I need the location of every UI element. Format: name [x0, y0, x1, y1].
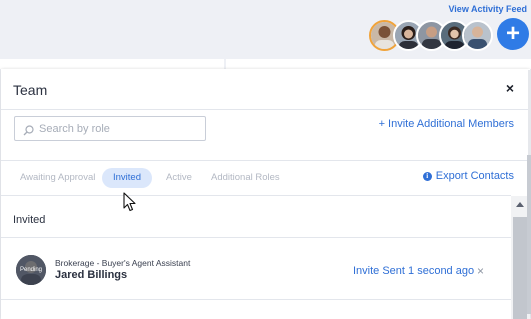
member-row[interactable]: Pending Brokerage - Buyer's Agent Assist… — [1, 238, 511, 298]
tab-invited[interactable]: Invited — [102, 168, 152, 188]
scrollbar-thumb[interactable] — [513, 217, 527, 319]
tab-additional-roles[interactable]: Additional Roles — [200, 168, 291, 188]
team-modal: Team × + Invite Additional Members Await… — [1, 69, 530, 319]
view-activity-feed-link[interactable]: View Activity Feed — [448, 4, 527, 14]
background-panel — [226, 59, 531, 69]
tab-active[interactable]: Active — [155, 168, 203, 188]
member-name: Jared Billings — [55, 269, 128, 281]
export-contacts-label: Export Contacts — [435, 170, 514, 182]
page-scrollbar-thumb[interactable] — [527, 155, 531, 314]
add-button[interactable]: + — [497, 18, 529, 50]
avatar: Pending — [16, 255, 46, 285]
modal-title: Team — [13, 82, 48, 98]
divider — [1, 299, 511, 300]
remove-icon[interactable]: × — [477, 264, 484, 278]
pending-badge: Pending — [16, 255, 46, 285]
background-panel — [0, 59, 224, 69]
close-icon[interactable]: × — [506, 80, 514, 96]
section-heading-invited: Invited — [13, 214, 46, 226]
search-input[interactable] — [39, 120, 199, 137]
invite-status: Invite Sent 1 second ago — [353, 265, 475, 277]
avatar[interactable] — [462, 20, 493, 51]
divider — [1, 160, 530, 161]
invite-additional-members-link[interactable]: + Invite Additional Members — [379, 118, 514, 130]
divider — [1, 195, 511, 196]
search-icon — [23, 123, 34, 141]
top-bar: View Activity Feed + — [0, 0, 531, 62]
search-box[interactable] — [14, 116, 206, 141]
info-icon: i — [422, 171, 432, 181]
modal-header: Team × — [1, 69, 530, 110]
export-contacts-link[interactable]: i Export Contacts — [422, 170, 514, 182]
scroll-up-arrow-icon[interactable] — [516, 202, 524, 207]
member-role: Brokerage - Buyer's Agent Assistant — [55, 258, 191, 268]
tab-awaiting-approval[interactable]: Awaiting Approval — [9, 168, 106, 188]
